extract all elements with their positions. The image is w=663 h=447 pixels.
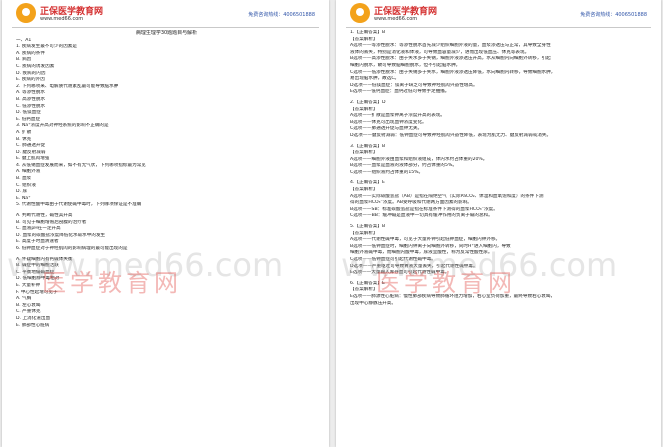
right-text-line: A选项——细胞外液由血浆和组织液组成，体内水约占体重的20%。 (350, 156, 488, 162)
left-text-line: A. 扩散 (16, 129, 32, 135)
right-text-line: A选项——代谢性碱中毒，可见于大量补钾引起低钾血症，细胞内钾外移。 (350, 237, 501, 243)
right-text-line: C选项——BB：缓冲碱是血液中一切具有缓冲作用的负离子碱的总和。 (350, 213, 493, 219)
right-text-line: 【答案解析】 (350, 106, 378, 112)
left-text-line: C. 疾病的诱发因素 (16, 63, 55, 69)
right-text-line: 1.【正确答案】B (350, 30, 386, 35)
left-text-line: D. 尿 (16, 189, 28, 195)
right-text-line: A选项——扩散是血浆钾离子浓度升高的表现。 (350, 113, 446, 119)
right-text-line: C选项——低渗性脱水：由于失钠多于失水，细胞外液渗透压降低，水向细胞内转移，导致… (350, 69, 556, 75)
brand-url: www.med66.com (40, 16, 84, 22)
left-text-line: D. 疾病的内因 (16, 70, 46, 76)
watermark-text: 医学教育网 (42, 269, 182, 297)
header-divider (12, 27, 319, 28)
left-text-line: C. 严重休克 (16, 309, 41, 315)
right-text-line: 2.【正确答案】D (350, 99, 386, 105)
left-text-line: C. 低渗性脱水 (16, 103, 46, 109)
left-text-line: 一、A1 (16, 37, 32, 43)
brand-logo-icon (16, 3, 36, 23)
document-page-left: 正保医学教育网 www.med66.com 免费咨询热线：4006501888 … (2, 0, 329, 447)
right-text-line: B选项——休克可出现血钾浓度变化。 (350, 119, 427, 125)
hotline: 免费咨询热线：4006501888 (248, 12, 315, 18)
right-text-line: 【答案解析】 (350, 230, 378, 236)
left-text-line: 4. 从低钠血症发展而来，如不有无气状，下列哪项指标最为常见 (16, 162, 146, 168)
left-text-line: D. 血浆的碳酸盐浓度降低化水碳水中的发生 (16, 232, 106, 238)
right-text-line: D选项——腱反射减弱：低钾血症可导致神经肌肉兴奋性降低，表现为肌无力、腱反射减弱… (350, 132, 552, 138)
header-divider (346, 27, 651, 28)
right-text-line: 液体的丢失，特别是消化液和体液，可导致血容量减少，进而出现低血压、休克等表现。 (350, 49, 530, 55)
right-text-line: A选项——等渗性脱水：等渗性脱水首先减少组织细胞外液的量，血浆渗透压与正常，其导… (350, 43, 551, 49)
left-text-line: D. 腱反射减弱 (16, 149, 46, 155)
hotline: 免费咨询热线：4006501888 (580, 12, 647, 18)
left-text-line: E. 疾病的外因 (16, 77, 45, 83)
left-text-line: A. 判断代谢性，碱性其升高 (16, 213, 73, 219)
right-text-line: 【答案解析】 (350, 150, 378, 156)
left-text-line: E. 肺部性心脏病 (16, 322, 50, 328)
right-text-line: 得的血浆HCO₃⁻浓度。AB受呼吸和代谢两方面因素的影响。 (350, 200, 472, 206)
left-text-line: B. 高渗性脱水 (16, 96, 46, 102)
document-page-right: 正保医学教育网 www.med66.com 免费咨询热线：4006501888 … (336, 0, 661, 447)
left-text-line: E. 腱上肌肉增强 (16, 156, 50, 162)
right-text-line: B选项——血浆是血液的液体部分，约占体重的5%。 (350, 163, 457, 169)
brand-logo-icon (350, 3, 370, 23)
document-title: 病理生理学30题题目与解析 (135, 30, 198, 36)
left-text-line: D. 上消化道出血 (16, 315, 51, 321)
page-header: 正保医学教育网 www.med66.com 免费咨询热线：4006501888 (2, 0, 329, 28)
right-text-line: 出现中心静脉压升高。 (350, 300, 396, 306)
left-text-line: A. 等渗性脱水 (16, 90, 45, 96)
left-text-line: A. 细胞外液 (16, 169, 41, 175)
left-text-line: 3. Na⁺浓度升高对神经系统的影响不正确的是 (16, 123, 109, 129)
left-text-line: B. 可见于细胞增殖后剖腹的治疗者 (16, 219, 87, 225)
left-text-line: E. 高度子时血清速者 (16, 239, 59, 245)
watermark-text: 医学教育网 (376, 269, 516, 297)
left-text-line: E. Na⁺ (16, 195, 31, 201)
right-text-line: 5.【正确答案】B (350, 224, 386, 230)
left-text-line: B. 休克 (16, 136, 32, 142)
brand-url: www.med66.com (374, 16, 418, 22)
right-text-line: C选项——组织液约占体重的15%。 (350, 169, 424, 175)
right-text-line: E选项——低钙血症：血钙过低可导致手足抽搐。 (350, 89, 450, 95)
left-text-line: A. 疾病的条件 (16, 50, 45, 56)
right-text-line: 细胞内脱水，故可导致脑细胞脱水，但不引起脑水肿。 (350, 62, 461, 68)
left-text-line: B. 左心衰竭 (16, 302, 41, 308)
right-text-line: B选项——高渗性脱水：由于失水多于失钠，细胞外液渗透压升高，水从细胞内向细胞外转… (350, 56, 551, 62)
right-text-line: A选项——实际碳酸氢盐（AB）是指在隔绝空气（实际PaCO₂、体温和血氧饱和度）… (350, 193, 544, 199)
right-text-line: C选项——肺通透升促与血钾无关。 (350, 126, 423, 132)
right-text-line: 3.【正确答案】B (350, 143, 386, 149)
right-text-line: 4.【正确答案】E (350, 180, 385, 186)
left-text-line: C. 血液pH在一定升高 (16, 226, 61, 232)
right-text-line: 【答案解析】 (350, 36, 378, 42)
page-header: 正保医学教育网 www.med66.com 免费咨询热线：4006501888 (336, 0, 661, 28)
left-text-line: D. 低镁血症 (16, 110, 41, 116)
left-text-line: C. 组织液 (16, 182, 36, 188)
right-text-line: 易出现脑水肿，故选C。 (350, 76, 400, 82)
right-text-line: 【答案解析】 (350, 187, 378, 193)
right-text-line: D选项——低镁血症：镁离子缺乏可导致神经肌肉兴奋性增高。 (350, 82, 478, 88)
left-text-line: B. 血浆 (16, 176, 32, 182)
left-text-line: E. 低钙血症 (16, 116, 41, 122)
left-text-line: B. 病因 (16, 57, 32, 63)
right-text-line: B选项——SB：标准碳酸氢盐是指在标准条件下测得的血浆HCO₃⁻浓度。 (350, 206, 498, 212)
left-text-line: C. 肺通透升促 (16, 143, 46, 149)
left-text-line: 2. 下列哪项来、电解质代谢紊乱最可能导致脑水肿 (16, 83, 119, 89)
left-text-line: 5. 代谢性酸中毒由于代谢使碱中毒时，下列哪项保证是不准确 (16, 202, 142, 208)
left-text-line: 1. 疾病发生最不可少的因素是 (16, 44, 77, 50)
